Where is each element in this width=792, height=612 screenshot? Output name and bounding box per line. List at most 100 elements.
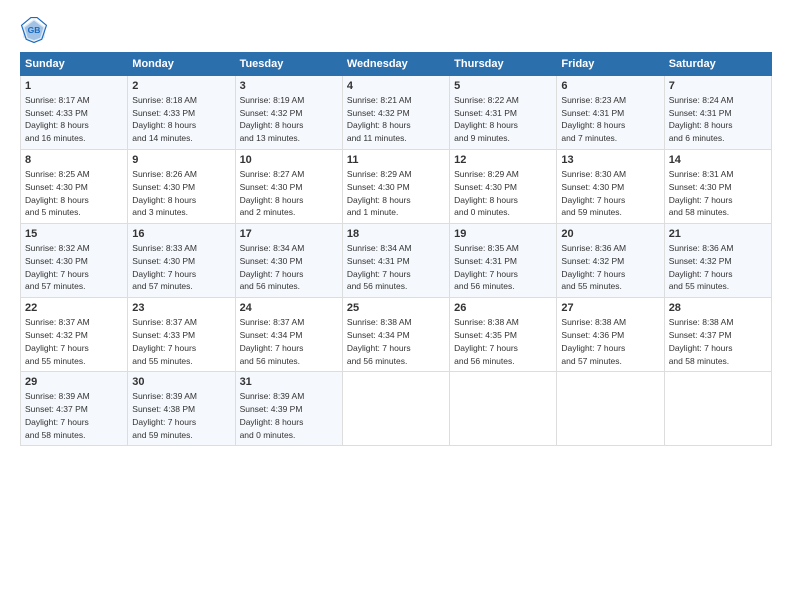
- week-row-3: 15Sunrise: 8:32 AM Sunset: 4:30 PM Dayli…: [21, 224, 772, 298]
- day-number: 7: [669, 79, 767, 94]
- weekday-header-wednesday: Wednesday: [342, 53, 449, 76]
- day-cell-4: 4Sunrise: 8:21 AM Sunset: 4:32 PM Daylig…: [342, 76, 449, 150]
- page: GB SundayMondayTuesdayWednesdayThursdayF…: [0, 0, 792, 612]
- day-detail: Sunrise: 8:17 AM Sunset: 4:33 PM Dayligh…: [25, 95, 90, 143]
- calendar-table: SundayMondayTuesdayWednesdayThursdayFrid…: [20, 52, 772, 446]
- empty-cell: [450, 372, 557, 446]
- day-cell-27: 27Sunrise: 8:38 AM Sunset: 4:36 PM Dayli…: [557, 298, 664, 372]
- day-detail: Sunrise: 8:38 AM Sunset: 4:36 PM Dayligh…: [561, 317, 626, 365]
- day-cell-9: 9Sunrise: 8:26 AM Sunset: 4:30 PM Daylig…: [128, 150, 235, 224]
- day-number: 4: [347, 79, 445, 94]
- day-cell-7: 7Sunrise: 8:24 AM Sunset: 4:31 PM Daylig…: [664, 76, 771, 150]
- day-cell-29: 29Sunrise: 8:39 AM Sunset: 4:37 PM Dayli…: [21, 372, 128, 446]
- svg-text:GB: GB: [28, 25, 41, 35]
- week-row-2: 8Sunrise: 8:25 AM Sunset: 4:30 PM Daylig…: [21, 150, 772, 224]
- day-number: 16: [132, 227, 230, 242]
- day-number: 21: [669, 227, 767, 242]
- day-number: 25: [347, 301, 445, 316]
- logo-icon: GB: [20, 16, 48, 44]
- day-cell-30: 30Sunrise: 8:39 AM Sunset: 4:38 PM Dayli…: [128, 372, 235, 446]
- day-number: 24: [240, 301, 338, 316]
- day-cell-20: 20Sunrise: 8:36 AM Sunset: 4:32 PM Dayli…: [557, 224, 664, 298]
- day-detail: Sunrise: 8:27 AM Sunset: 4:30 PM Dayligh…: [240, 169, 305, 217]
- day-cell-2: 2Sunrise: 8:18 AM Sunset: 4:33 PM Daylig…: [128, 76, 235, 150]
- day-number: 3: [240, 79, 338, 94]
- day-detail: Sunrise: 8:24 AM Sunset: 4:31 PM Dayligh…: [669, 95, 734, 143]
- day-number: 2: [132, 79, 230, 94]
- day-number: 23: [132, 301, 230, 316]
- day-detail: Sunrise: 8:37 AM Sunset: 4:34 PM Dayligh…: [240, 317, 305, 365]
- day-cell-25: 25Sunrise: 8:38 AM Sunset: 4:34 PM Dayli…: [342, 298, 449, 372]
- day-detail: Sunrise: 8:31 AM Sunset: 4:30 PM Dayligh…: [669, 169, 734, 217]
- day-detail: Sunrise: 8:38 AM Sunset: 4:37 PM Dayligh…: [669, 317, 734, 365]
- empty-cell: [557, 372, 664, 446]
- weekday-header-tuesday: Tuesday: [235, 53, 342, 76]
- day-cell-16: 16Sunrise: 8:33 AM Sunset: 4:30 PM Dayli…: [128, 224, 235, 298]
- day-detail: Sunrise: 8:34 AM Sunset: 4:31 PM Dayligh…: [347, 243, 412, 291]
- day-detail: Sunrise: 8:30 AM Sunset: 4:30 PM Dayligh…: [561, 169, 626, 217]
- day-cell-8: 8Sunrise: 8:25 AM Sunset: 4:30 PM Daylig…: [21, 150, 128, 224]
- day-number: 6: [561, 79, 659, 94]
- day-number: 30: [132, 375, 230, 390]
- day-cell-31: 31Sunrise: 8:39 AM Sunset: 4:39 PM Dayli…: [235, 372, 342, 446]
- day-cell-5: 5Sunrise: 8:22 AM Sunset: 4:31 PM Daylig…: [450, 76, 557, 150]
- day-detail: Sunrise: 8:21 AM Sunset: 4:32 PM Dayligh…: [347, 95, 412, 143]
- day-number: 12: [454, 153, 552, 168]
- day-detail: Sunrise: 8:26 AM Sunset: 4:30 PM Dayligh…: [132, 169, 197, 217]
- day-cell-22: 22Sunrise: 8:37 AM Sunset: 4:32 PM Dayli…: [21, 298, 128, 372]
- day-number: 10: [240, 153, 338, 168]
- day-cell-6: 6Sunrise: 8:23 AM Sunset: 4:31 PM Daylig…: [557, 76, 664, 150]
- day-detail: Sunrise: 8:29 AM Sunset: 4:30 PM Dayligh…: [454, 169, 519, 217]
- day-number: 29: [25, 375, 123, 390]
- weekday-header-friday: Friday: [557, 53, 664, 76]
- day-cell-28: 28Sunrise: 8:38 AM Sunset: 4:37 PM Dayli…: [664, 298, 771, 372]
- weekday-header-saturday: Saturday: [664, 53, 771, 76]
- day-number: 11: [347, 153, 445, 168]
- header: GB: [20, 16, 772, 44]
- day-cell-17: 17Sunrise: 8:34 AM Sunset: 4:30 PM Dayli…: [235, 224, 342, 298]
- day-number: 20: [561, 227, 659, 242]
- logo: GB: [20, 16, 52, 44]
- day-cell-10: 10Sunrise: 8:27 AM Sunset: 4:30 PM Dayli…: [235, 150, 342, 224]
- day-cell-26: 26Sunrise: 8:38 AM Sunset: 4:35 PM Dayli…: [450, 298, 557, 372]
- day-detail: Sunrise: 8:18 AM Sunset: 4:33 PM Dayligh…: [132, 95, 197, 143]
- day-detail: Sunrise: 8:37 AM Sunset: 4:32 PM Dayligh…: [25, 317, 90, 365]
- day-detail: Sunrise: 8:29 AM Sunset: 4:30 PM Dayligh…: [347, 169, 412, 217]
- weekday-header-thursday: Thursday: [450, 53, 557, 76]
- day-detail: Sunrise: 8:36 AM Sunset: 4:32 PM Dayligh…: [669, 243, 734, 291]
- day-number: 5: [454, 79, 552, 94]
- weekday-header-monday: Monday: [128, 53, 235, 76]
- day-cell-15: 15Sunrise: 8:32 AM Sunset: 4:30 PM Dayli…: [21, 224, 128, 298]
- day-detail: Sunrise: 8:39 AM Sunset: 4:39 PM Dayligh…: [240, 391, 305, 439]
- day-detail: Sunrise: 8:23 AM Sunset: 4:31 PM Dayligh…: [561, 95, 626, 143]
- day-cell-11: 11Sunrise: 8:29 AM Sunset: 4:30 PM Dayli…: [342, 150, 449, 224]
- day-detail: Sunrise: 8:35 AM Sunset: 4:31 PM Dayligh…: [454, 243, 519, 291]
- day-detail: Sunrise: 8:38 AM Sunset: 4:35 PM Dayligh…: [454, 317, 519, 365]
- day-cell-19: 19Sunrise: 8:35 AM Sunset: 4:31 PM Dayli…: [450, 224, 557, 298]
- weekday-header-sunday: Sunday: [21, 53, 128, 76]
- day-number: 27: [561, 301, 659, 316]
- day-cell-3: 3Sunrise: 8:19 AM Sunset: 4:32 PM Daylig…: [235, 76, 342, 150]
- day-number: 22: [25, 301, 123, 316]
- week-row-5: 29Sunrise: 8:39 AM Sunset: 4:37 PM Dayli…: [21, 372, 772, 446]
- day-detail: Sunrise: 8:34 AM Sunset: 4:30 PM Dayligh…: [240, 243, 305, 291]
- day-number: 15: [25, 227, 123, 242]
- calendar-header: SundayMondayTuesdayWednesdayThursdayFrid…: [21, 53, 772, 76]
- day-detail: Sunrise: 8:36 AM Sunset: 4:32 PM Dayligh…: [561, 243, 626, 291]
- day-detail: Sunrise: 8:38 AM Sunset: 4:34 PM Dayligh…: [347, 317, 412, 365]
- day-cell-14: 14Sunrise: 8:31 AM Sunset: 4:30 PM Dayli…: [664, 150, 771, 224]
- week-row-4: 22Sunrise: 8:37 AM Sunset: 4:32 PM Dayli…: [21, 298, 772, 372]
- day-number: 28: [669, 301, 767, 316]
- empty-cell: [342, 372, 449, 446]
- calendar-body: 1Sunrise: 8:17 AM Sunset: 4:33 PM Daylig…: [21, 76, 772, 446]
- empty-cell: [664, 372, 771, 446]
- day-cell-13: 13Sunrise: 8:30 AM Sunset: 4:30 PM Dayli…: [557, 150, 664, 224]
- day-detail: Sunrise: 8:33 AM Sunset: 4:30 PM Dayligh…: [132, 243, 197, 291]
- day-number: 14: [669, 153, 767, 168]
- day-number: 31: [240, 375, 338, 390]
- day-detail: Sunrise: 8:39 AM Sunset: 4:37 PM Dayligh…: [25, 391, 90, 439]
- day-number: 26: [454, 301, 552, 316]
- day-number: 9: [132, 153, 230, 168]
- day-detail: Sunrise: 8:22 AM Sunset: 4:31 PM Dayligh…: [454, 95, 519, 143]
- day-cell-12: 12Sunrise: 8:29 AM Sunset: 4:30 PM Dayli…: [450, 150, 557, 224]
